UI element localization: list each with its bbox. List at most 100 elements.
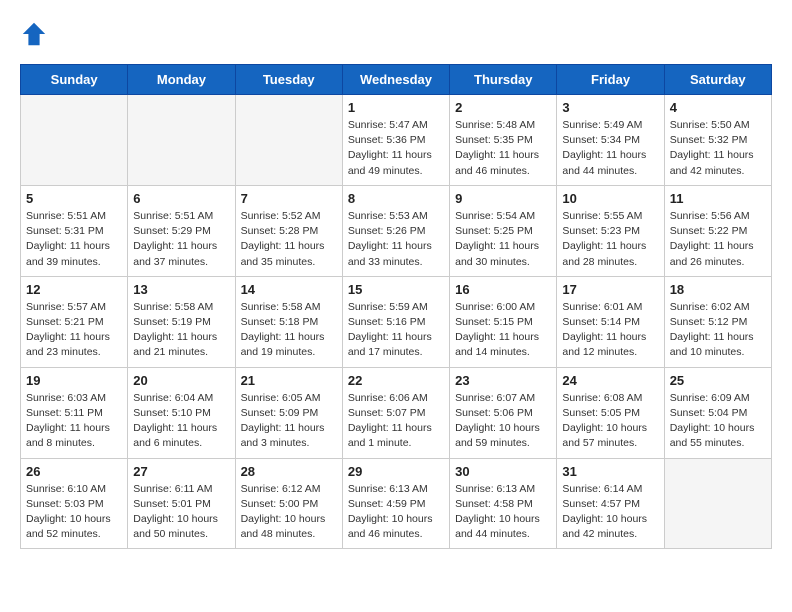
day-info: Sunrise: 5:54 AM Sunset: 5:25 PM Dayligh…	[455, 209, 551, 270]
calendar-cell: 8Sunrise: 5:53 AM Sunset: 5:26 PM Daylig…	[342, 185, 449, 276]
calendar-cell: 5 Sunrise: 5:51 AM Sunset: 5:31 PM Daylig…	[21, 185, 128, 276]
day-number: 1	[348, 100, 444, 115]
calendar-cell: 10 Sunrise: 5:55 AM Sunset: 5:23 PM Dayli…	[557, 185, 664, 276]
day-number: 24	[562, 373, 658, 388]
day-number: 12	[26, 282, 122, 297]
calendar-cell: 21 Sunrise: 6:05 AM Sunset: 5:09 PM Dayli…	[235, 367, 342, 458]
day-info: Sunrise: 5:58 AM Sunset: 5:19 PM Dayligh…	[133, 300, 229, 361]
calendar-cell: 25Sunrise: 6:09 AM Sunset: 5:04 PM Dayli…	[664, 367, 771, 458]
day-number: 10	[562, 191, 658, 206]
day-info: Sunrise: 6:08 AM Sunset: 5:05 PM Dayligh…	[562, 391, 658, 452]
calendar-cell: 23 Sunrise: 6:07 AM Sunset: 5:06 PM Dayli…	[450, 367, 557, 458]
day-number: 3	[562, 100, 658, 115]
day-info: Sunrise: 6:05 AM Sunset: 5:09 PM Dayligh…	[241, 391, 337, 452]
calendar-cell: 28 Sunrise: 6:12 AM Sunset: 5:00 PM Dayli…	[235, 458, 342, 549]
calendar-cell: 17 Sunrise: 6:01 AM Sunset: 5:14 PM Dayli…	[557, 276, 664, 367]
day-info: Sunrise: 6:12 AM Sunset: 5:00 PM Dayligh…	[241, 482, 337, 543]
day-number: 22	[348, 373, 444, 388]
calendar-cell: 24 Sunrise: 6:08 AM Sunset: 5:05 PM Dayli…	[557, 367, 664, 458]
day-info: Sunrise: 5:51 AM Sunset: 5:29 PM Dayligh…	[133, 209, 229, 270]
day-number: 30	[455, 464, 551, 479]
calendar-cell: 31 Sunrise: 6:14 AM Sunset: 4:57 PM Dayli…	[557, 458, 664, 549]
page-header	[20, 20, 772, 48]
calendar-cell: 29Sunrise: 6:13 AM Sunset: 4:59 PM Dayli…	[342, 458, 449, 549]
day-number: 26	[26, 464, 122, 479]
calendar-cell: 27 Sunrise: 6:11 AM Sunset: 5:01 PM Dayli…	[128, 458, 235, 549]
day-info: Sunrise: 5:56 AM Sunset: 5:22 PM Dayligh…	[670, 209, 766, 270]
calendar-cell: 14 Sunrise: 5:58 AM Sunset: 5:18 PM Dayli…	[235, 276, 342, 367]
day-info: Sunrise: 6:14 AM Sunset: 4:57 PM Dayligh…	[562, 482, 658, 543]
day-info: Sunrise: 6:13 AM Sunset: 4:59 PM Dayligh…	[348, 482, 444, 543]
day-number: 18	[670, 282, 766, 297]
day-of-week-header: Friday	[557, 65, 664, 95]
day-number: 2	[455, 100, 551, 115]
calendar-cell	[128, 95, 235, 186]
day-info: Sunrise: 6:13 AM Sunset: 4:58 PM Dayligh…	[455, 482, 551, 543]
day-info: Sunrise: 6:10 AM Sunset: 5:03 PM Dayligh…	[26, 482, 122, 543]
day-info: Sunrise: 5:55 AM Sunset: 5:23 PM Dayligh…	[562, 209, 658, 270]
day-of-week-header: Sunday	[21, 65, 128, 95]
day-number: 16	[455, 282, 551, 297]
calendar-cell	[21, 95, 128, 186]
calendar-cell: 6 Sunrise: 5:51 AM Sunset: 5:29 PM Daylig…	[128, 185, 235, 276]
day-number: 17	[562, 282, 658, 297]
day-info: Sunrise: 5:50 AM Sunset: 5:32 PM Dayligh…	[670, 118, 766, 179]
day-number: 23	[455, 373, 551, 388]
day-info: Sunrise: 6:07 AM Sunset: 5:06 PM Dayligh…	[455, 391, 551, 452]
calendar-table: SundayMondayTuesdayWednesdayThursdayFrid…	[20, 64, 772, 549]
day-number: 13	[133, 282, 229, 297]
calendar-cell: 15 Sunrise: 5:59 AM Sunset: 5:16 PM Dayli…	[342, 276, 449, 367]
day-info: Sunrise: 6:03 AM Sunset: 5:11 PM Dayligh…	[26, 391, 122, 452]
calendar-cell: 18 Sunrise: 6:02 AM Sunset: 5:12 PM Dayli…	[664, 276, 771, 367]
day-info: Sunrise: 5:51 AM Sunset: 5:31 PM Dayligh…	[26, 209, 122, 270]
day-info: Sunrise: 6:02 AM Sunset: 5:12 PM Dayligh…	[670, 300, 766, 361]
calendar-cell: 20Sunrise: 6:04 AM Sunset: 5:10 PM Dayli…	[128, 367, 235, 458]
day-info: Sunrise: 6:01 AM Sunset: 5:14 PM Dayligh…	[562, 300, 658, 361]
day-of-week-header: Saturday	[664, 65, 771, 95]
day-info: Sunrise: 5:57 AM Sunset: 5:21 PM Dayligh…	[26, 300, 122, 361]
calendar-cell: 11 Sunrise: 5:56 AM Sunset: 5:22 PM Dayli…	[664, 185, 771, 276]
day-info: Sunrise: 5:47 AM Sunset: 5:36 PM Dayligh…	[348, 118, 444, 179]
logo-icon	[20, 20, 48, 48]
day-number: 7	[241, 191, 337, 206]
calendar-cell: 16 Sunrise: 6:00 AM Sunset: 5:15 PM Dayli…	[450, 276, 557, 367]
day-number: 9	[455, 191, 551, 206]
day-number: 31	[562, 464, 658, 479]
calendar-cell: 9 Sunrise: 5:54 AM Sunset: 5:25 PM Daylig…	[450, 185, 557, 276]
day-number: 19	[26, 373, 122, 388]
calendar-cell: 2 Sunrise: 5:48 AM Sunset: 5:35 PM Daylig…	[450, 95, 557, 186]
day-info: Sunrise: 6:11 AM Sunset: 5:01 PM Dayligh…	[133, 482, 229, 543]
day-info: Sunrise: 5:58 AM Sunset: 5:18 PM Dayligh…	[241, 300, 337, 361]
calendar-cell: 22Sunrise: 6:06 AM Sunset: 5:07 PM Dayli…	[342, 367, 449, 458]
day-info: Sunrise: 5:52 AM Sunset: 5:28 PM Dayligh…	[241, 209, 337, 270]
day-number: 11	[670, 191, 766, 206]
calendar-cell: 26 Sunrise: 6:10 AM Sunset: 5:03 PM Dayli…	[21, 458, 128, 549]
calendar-cell: 13 Sunrise: 5:58 AM Sunset: 5:19 PM Dayli…	[128, 276, 235, 367]
day-number: 28	[241, 464, 337, 479]
day-number: 5	[26, 191, 122, 206]
logo	[20, 20, 52, 48]
calendar-cell: 1 Sunrise: 5:47 AM Sunset: 5:36 PM Daylig…	[342, 95, 449, 186]
calendar-cell	[664, 458, 771, 549]
calendar-cell: 30 Sunrise: 6:13 AM Sunset: 4:58 PM Dayli…	[450, 458, 557, 549]
day-info: Sunrise: 5:59 AM Sunset: 5:16 PM Dayligh…	[348, 300, 444, 361]
day-info: Sunrise: 6:00 AM Sunset: 5:15 PM Dayligh…	[455, 300, 551, 361]
calendar-cell: 7 Sunrise: 5:52 AM Sunset: 5:28 PM Daylig…	[235, 185, 342, 276]
day-number: 25	[670, 373, 766, 388]
day-of-week-header: Tuesday	[235, 65, 342, 95]
day-number: 14	[241, 282, 337, 297]
day-number: 4	[670, 100, 766, 115]
day-of-week-header: Monday	[128, 65, 235, 95]
day-of-week-header: Wednesday	[342, 65, 449, 95]
day-info: Sunrise: 5:48 AM Sunset: 5:35 PM Dayligh…	[455, 118, 551, 179]
day-number: 21	[241, 373, 337, 388]
day-number: 6	[133, 191, 229, 206]
day-info: Sunrise: 5:53 AM Sunset: 5:26 PM Dayligh…	[348, 209, 444, 270]
day-info: Sunrise: 5:49 AM Sunset: 5:34 PM Dayligh…	[562, 118, 658, 179]
calendar-cell: 3 Sunrise: 5:49 AM Sunset: 5:34 PM Daylig…	[557, 95, 664, 186]
calendar-cell: 19 Sunrise: 6:03 AM Sunset: 5:11 PM Dayli…	[21, 367, 128, 458]
calendar-cell: 12 Sunrise: 5:57 AM Sunset: 5:21 PM Dayli…	[21, 276, 128, 367]
day-number: 27	[133, 464, 229, 479]
day-number: 15	[348, 282, 444, 297]
calendar-cell	[235, 95, 342, 186]
